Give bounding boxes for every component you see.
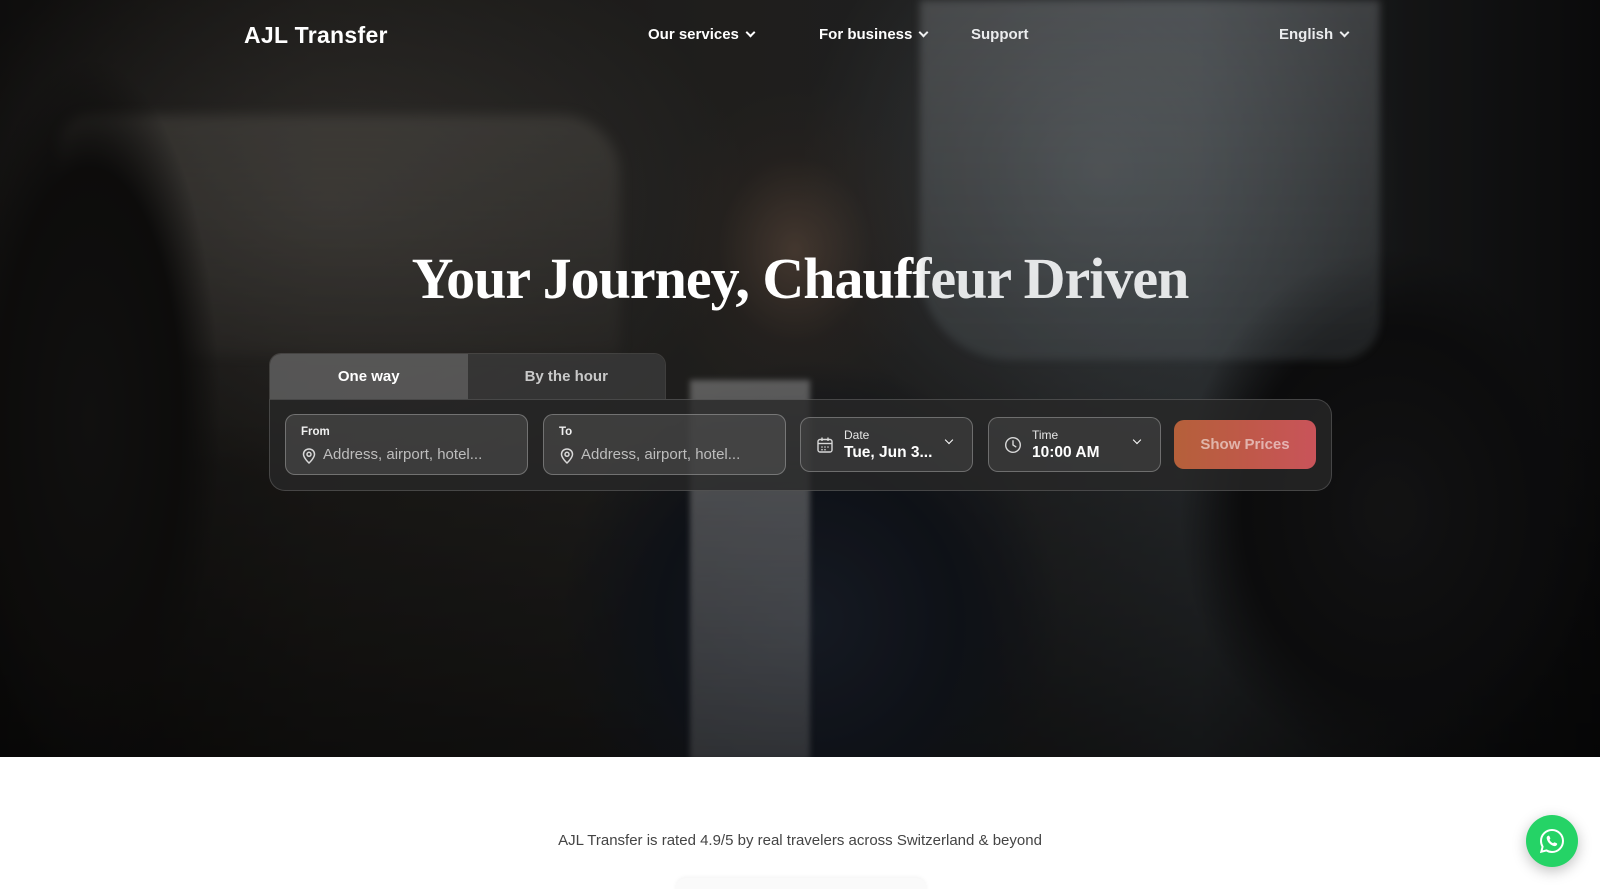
date-value: Tue, Jun 3...: [844, 444, 933, 461]
chevron-down-icon: [944, 435, 954, 445]
clock-icon: [1004, 436, 1022, 454]
chevron-down-icon: [1132, 435, 1142, 445]
nav-our-services[interactable]: Our services: [648, 26, 756, 43]
map-pin-icon: [302, 448, 316, 464]
chevron-down-icon: [918, 27, 929, 38]
nav-our-services-label: Our services: [648, 26, 739, 43]
rating-text: AJL Transfer is rated 4.9/5 by real trav…: [558, 832, 1042, 849]
date-selector[interactable]: Date Tue, Jun 3...: [800, 417, 973, 472]
from-input[interactable]: Address, airport, hotel...: [323, 446, 482, 463]
date-label: Date: [844, 428, 870, 442]
from-field[interactable]: From Address, airport, hotel...: [285, 414, 528, 475]
hero-section: AJL Transfer Our services For business S…: [0, 0, 1600, 757]
calendar-icon: [817, 437, 833, 453]
show-prices-button[interactable]: Show Prices: [1174, 420, 1316, 469]
nav-support-label: Support: [971, 26, 1029, 43]
tab-by-the-hour[interactable]: By the hour: [467, 354, 665, 399]
hero-headline: Your Journey, Chauffeur Driven: [411, 246, 1190, 311]
to-label: To: [559, 426, 573, 438]
whatsapp-chat-button[interactable]: [1526, 815, 1578, 867]
time-selector[interactable]: Time 10:00 AM: [988, 417, 1161, 472]
booking-tabs: One way By the hour: [269, 353, 666, 399]
time-label: Time: [1032, 428, 1059, 442]
top-navigation: AJL Transfer Our services For business S…: [0, 0, 1600, 70]
nav-support[interactable]: Support: [971, 26, 1029, 43]
time-value: 10:00 AM: [1032, 444, 1100, 461]
reviews-widget-edge: [676, 878, 926, 889]
whatsapp-icon: [1539, 828, 1565, 854]
booking-form: From Address, airport, hotel... To Addre…: [269, 399, 1332, 491]
language-selector[interactable]: English: [1279, 26, 1350, 43]
chevron-down-icon: [1339, 27, 1350, 38]
map-pin-icon: [560, 448, 574, 464]
language-selector-label: English: [1279, 26, 1334, 43]
to-input[interactable]: Address, airport, hotel...: [581, 446, 740, 463]
to-field[interactable]: To Address, airport, hotel...: [543, 414, 786, 475]
nav-for-business[interactable]: For business: [819, 26, 929, 43]
nav-for-business-label: For business: [819, 26, 913, 43]
tab-one-way[interactable]: One way: [270, 354, 468, 399]
chevron-down-icon: [745, 27, 756, 38]
site-logo[interactable]: AJL Transfer: [244, 22, 388, 49]
hero-overlay: [0, 0, 1600, 757]
from-label: From: [301, 426, 330, 438]
